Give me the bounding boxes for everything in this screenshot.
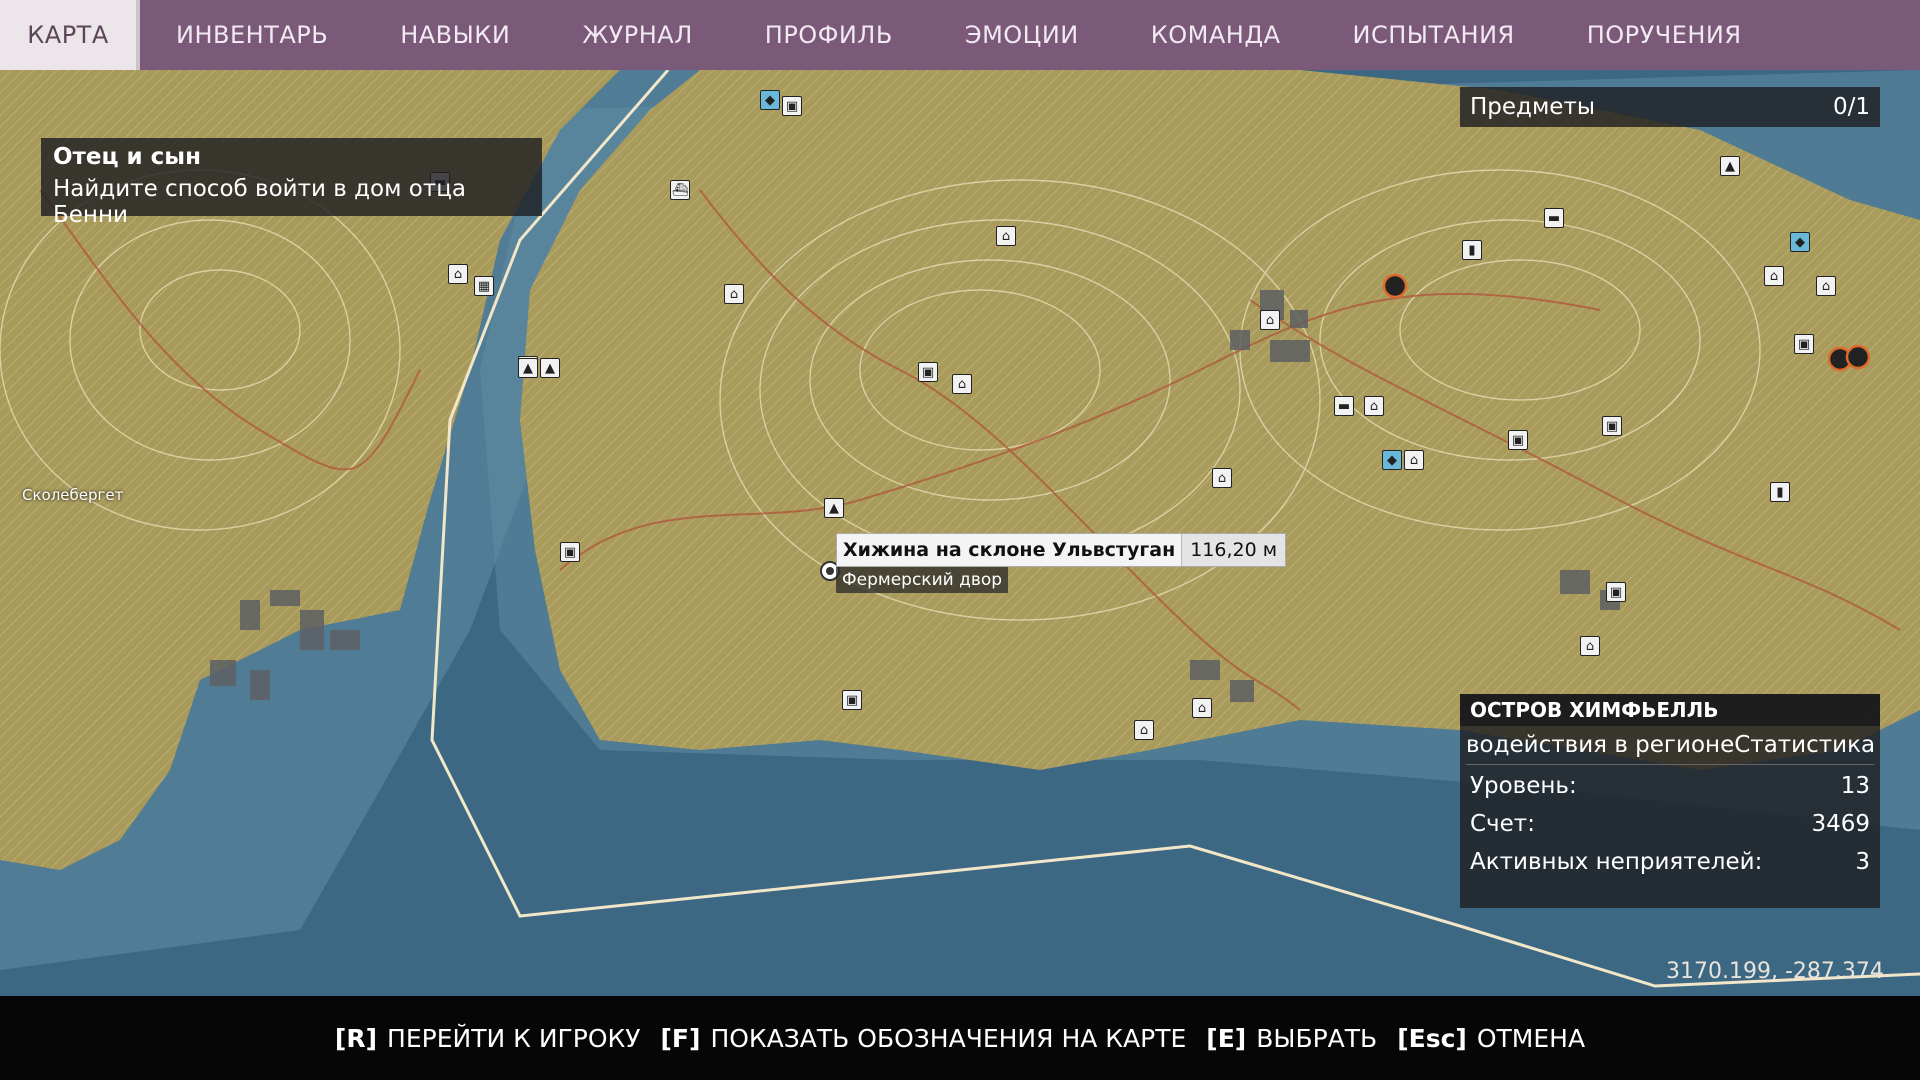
camera-icon[interactable]: ▣ [560,542,580,562]
hint-key: [R] [334,1023,378,1053]
region-row-label: Уровень: [1470,773,1577,799]
quest-title: Отец и сын [53,144,201,170]
house-icon[interactable]: ⌂ [448,264,468,284]
top-tab-bar: КАРТА ИНВЕНТАРЬ НАВЫКИ ЖУРНАЛ ПРОФИЛЬ ЭМ… [0,0,1920,70]
factory-icon[interactable]: ⌂ [1816,276,1836,296]
quest-description: Найдите способ войти в дом отца Бенни [53,176,466,228]
quest-panel[interactable]: Отец и сын Найдите способ войти в дом от… [41,138,542,228]
hint-label: ОТМЕНА [1476,1023,1586,1053]
tab-skills[interactable]: НАВЫКИ [364,0,546,70]
region-panel: ОСТРОВ ХИМФЬЕЛЛЬ водействия в регионе Ст… [1460,694,1880,908]
hint-label: ПОКАЗАТЬ ОБОЗНАЧЕНИЯ НА КАРТЕ [710,1023,1187,1053]
hint-label: ПЕРЕЙТИ К ИГРОКУ [387,1023,641,1053]
region-row-value: 13 [1840,773,1870,799]
region-divider [1466,764,1874,765]
location-name: Хижина на склоне Ульвстуган [843,539,1176,561]
location-distance: 116,20 м [1181,534,1286,566]
house-icon[interactable]: ⌂ [1764,266,1784,286]
tent-icon[interactable]: ▲ [518,358,538,378]
region-tab-interactions[interactable]: водействия в регионе [1466,732,1734,758]
tower-icon[interactable]: ▮ [1462,240,1482,260]
house-icon[interactable]: ⌂ [1580,636,1600,656]
region-tabs: водействия в регионе Статистика [1460,726,1880,758]
tab-profile[interactable]: ПРОФИЛЬ [729,0,929,70]
region-row-value: 3469 [1811,811,1870,837]
house-icon[interactable]: ⌂ [952,374,972,394]
hint-key: [Esc] [1397,1023,1467,1053]
tab-team[interactable]: КОМАНДА [1115,0,1317,70]
camera-icon[interactable]: ▣ [1606,582,1626,602]
camera-icon[interactable]: ▣ [1794,334,1814,354]
items-count: 0/1 [1832,94,1870,120]
waypoint-diamond-icon[interactable]: ◆ [760,90,780,110]
factory-icon[interactable]: ⌂ [1404,450,1424,470]
camera-icon[interactable]: ▣ [1602,416,1622,436]
hint-go-to-player[interactable]: [R] ПЕРЕЙТИ К ИГРОКУ [335,1024,641,1053]
location-tooltip: Хижина на склоне Ульвстуган 116,20 м [836,533,1287,567]
region-row-label: Счет: [1470,811,1535,837]
factory-icon[interactable]: ⌂ [996,226,1016,246]
hint-key: [E] [1206,1023,1247,1053]
flag-icon[interactable]: ▬ [1334,396,1354,416]
hint-cancel[interactable]: [Esc] ОТМЕНА [1397,1024,1585,1053]
factory-icon[interactable]: ⌂ [1192,698,1212,718]
tab-emotes[interactable]: ЭМОЦИИ [929,0,1115,70]
key-hints-bar: [R] ПЕРЕЙТИ К ИГРОКУ [F] ПОКАЗАТЬ ОБОЗНА… [0,996,1920,1080]
region-row-label: Активных неприятелей: [1470,849,1763,875]
region-tab-statistics[interactable]: Статистика [1734,732,1875,758]
camera-icon[interactable]: ▣ [782,96,802,116]
house-icon[interactable]: ⌂ [1134,720,1154,740]
camera-icon[interactable]: ▣ [1508,430,1528,450]
tent-icon[interactable]: ▲ [1720,156,1740,176]
house-icon[interactable]: ⌂ [1364,396,1384,416]
tab-assignments[interactable]: ПОРУЧЕНИЯ [1551,0,1778,70]
shop-icon[interactable]: ▦ [474,276,494,296]
items-label: Предметы [1470,94,1596,120]
camera-icon[interactable]: ▣ [842,690,862,710]
factory-icon[interactable]: ⌂ [724,284,744,304]
tent-icon[interactable]: ▲ [824,498,844,518]
hint-select[interactable]: [E] ВЫБРАТЬ [1206,1024,1377,1053]
tab-inventory[interactable]: ИНВЕНТАРЬ [140,0,364,70]
church-icon[interactable]: ⌂ [1212,468,1232,488]
items-tracker: Предметы 0/1 [1460,87,1880,127]
location-subtitle: Фермерский двор [836,567,1009,593]
hint-show-legend[interactable]: [F] ПОКАЗАТЬ ОБОЗНАЧЕНИЯ НА КАРТЕ [661,1024,1187,1053]
tab-challenges[interactable]: ИСПЫТАНИЯ [1317,0,1551,70]
tab-map[interactable]: КАРТА [0,0,140,70]
cursor-coordinates: 3170.199, -287.374 [1666,959,1884,984]
region-title: ОСТРОВ ХИМФЬЕЛЛЬ [1460,694,1880,726]
region-row-value: 3 [1855,849,1870,875]
waypoint-diamond-icon[interactable]: ◆ [1382,450,1402,470]
tower-icon[interactable]: ▮ [1770,482,1790,502]
tent-icon[interactable]: ▲ [540,358,560,378]
factory-icon[interactable]: ⌂ [1260,310,1280,330]
region-row-level: Уровень: 13 [1460,769,1880,803]
waypoint-diamond-icon[interactable]: ◆ [1790,232,1810,252]
hint-key: [F] [660,1023,701,1053]
town-label-skolebergeet: Сколебергет [22,486,124,504]
region-row-score: Счет: 3469 [1460,807,1880,841]
camera-icon[interactable]: ▣ [918,362,938,382]
ship-icon[interactable]: ⛴ [670,180,690,200]
flag-icon[interactable]: ▬ [1544,208,1564,228]
region-row-enemies: Активных неприятелей: 3 [1460,845,1880,879]
tab-journal[interactable]: ЖУРНАЛ [546,0,728,70]
hint-label: ВЫБРАТЬ [1256,1023,1378,1053]
